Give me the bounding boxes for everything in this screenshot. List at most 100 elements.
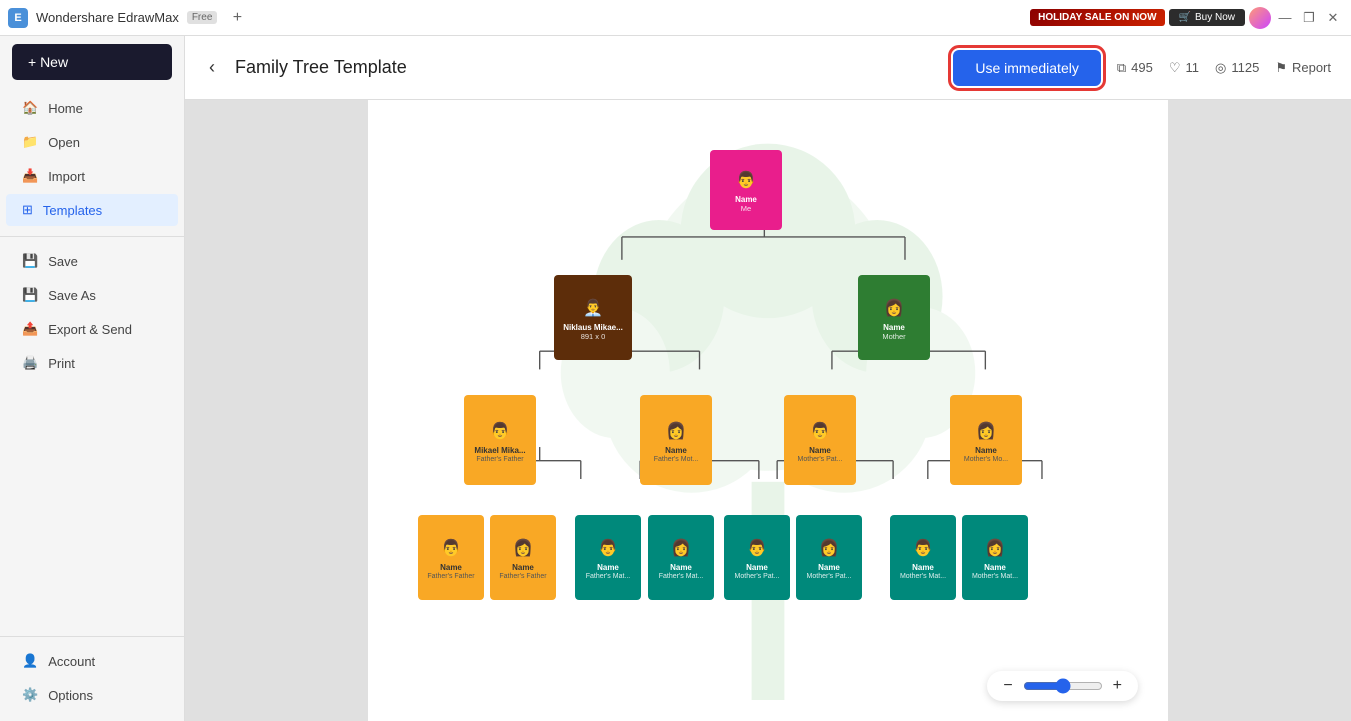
sidebar-divider [0, 236, 184, 237]
holiday-sale-button[interactable]: HOLIDAY SALE ON NOW [1030, 9, 1164, 26]
new-button[interactable]: + New [12, 44, 172, 80]
zoom-out-button[interactable]: − [1003, 677, 1012, 695]
content-area: ‹ Family Tree Template Use immediately ⧉… [185, 36, 1351, 721]
ff-name: Mikael Mika... [474, 447, 525, 456]
avatar[interactable] [1249, 7, 1271, 29]
sidebar-item-label: Account [48, 654, 95, 669]
print-icon: 🖨️ [22, 355, 38, 371]
use-immediately-button[interactable]: Use immediately [953, 50, 1100, 86]
sidebar: + New 🏠 Home 📁 Open 📥 Import ⊞ Templates… [0, 36, 185, 721]
sidebar-item-save-as[interactable]: 💾 Save As [6, 279, 178, 311]
mmm2-avatar: 👩 [981, 534, 1009, 562]
me-label: Me [741, 205, 751, 213]
sidebar-item-templates[interactable]: ⊞ Templates [6, 194, 178, 226]
app-name: Wondershare EdrawMax [36, 10, 179, 25]
minimize-button[interactable]: — [1275, 8, 1295, 28]
mff1-name: Name [746, 564, 768, 573]
ffm-label: Father's Father [499, 573, 546, 581]
sidebar-item-export[interactable]: 📤 Export & Send [6, 313, 178, 345]
node-me: 👨 Name Me [710, 150, 782, 230]
copies-stat: ⧉ 495 [1117, 60, 1153, 76]
fmm1-name: Name [597, 564, 619, 573]
fff-avatar: 👨 [437, 534, 465, 562]
sidebar-item-account[interactable]: 👤 Account [6, 645, 178, 677]
sidebar-item-options[interactable]: ⚙️ Options [6, 679, 178, 711]
canvas-area: 👨 Name Me 👨‍💼 Niklaus Mikae... 891 x 0 👩… [185, 100, 1351, 721]
node-fmm1: 👨 Name Father's Mat... [575, 515, 641, 600]
sidebar-item-label: Save As [48, 288, 96, 303]
fff-name: Name [440, 564, 462, 573]
sidebar-item-home[interactable]: 🏠 Home [6, 92, 178, 124]
header-actions: Use immediately ⧉ 495 ♡ 11 ◎ 1125 ⚑ Repo… [953, 50, 1331, 86]
copies-count: 495 [1131, 60, 1153, 75]
new-tab-button[interactable]: + [225, 6, 249, 30]
views-stat: ◎ 1125 [1215, 60, 1259, 76]
fm-avatar: 👩 [662, 417, 690, 445]
flag-icon: ⚑ [1275, 60, 1287, 76]
zoom-in-button[interactable]: + [1113, 677, 1122, 695]
fmm2-name: Name [670, 564, 692, 573]
sidebar-item-label: Export & Send [48, 322, 132, 337]
father-avatar: 👨‍💼 [579, 294, 607, 322]
sidebar-item-label: Home [48, 101, 83, 116]
mmm2-label: Mother's Mat... [972, 573, 1018, 581]
title-bar-right: HOLIDAY SALE ON NOW 🛒 Buy Now — ❐ ✕ [1030, 7, 1343, 29]
maximize-button[interactable]: ❐ [1299, 8, 1319, 28]
mmm1-name: Name [912, 564, 934, 573]
main-layout: + New 🏠 Home 📁 Open 📥 Import ⊞ Templates… [0, 36, 1351, 721]
sidebar-item-label: Options [48, 688, 93, 703]
sidebar-item-open[interactable]: 📁 Open [6, 126, 178, 158]
fm-name: Name [665, 447, 687, 456]
sidebar-item-label: Import [48, 169, 85, 184]
sidebar-item-import[interactable]: 📥 Import [6, 160, 178, 192]
sidebar-item-save[interactable]: 💾 Save [6, 245, 178, 277]
mmm1-avatar: 👨 [909, 534, 937, 562]
save-as-icon: 💾 [22, 287, 38, 303]
home-icon: 🏠 [22, 100, 38, 116]
app-logo: E [8, 8, 28, 28]
sidebar-item-print[interactable]: 🖨️ Print [6, 347, 178, 379]
ffm-name: Name [512, 564, 534, 573]
node-mmm1: 👨 Name Mother's Mat... [890, 515, 956, 600]
likes-count: 11 [1186, 60, 1200, 75]
mother-avatar: 👩 [880, 294, 908, 322]
canvas-inner: 👨 Name Me 👨‍💼 Niklaus Mikae... 891 x 0 👩… [368, 100, 1168, 721]
zoom-bar: − + [987, 671, 1138, 701]
zoom-slider[interactable] [1023, 678, 1103, 694]
ff-label: Father's Father [476, 456, 523, 464]
eye-icon: ◎ [1215, 60, 1226, 76]
node-father: 👨‍💼 Niklaus Mikae... 891 x 0 [554, 275, 632, 360]
ffm-avatar: 👩 [509, 534, 537, 562]
report-stat[interactable]: ⚑ Report [1275, 60, 1331, 76]
title-bar-left: E Wondershare EdrawMax Free + [8, 6, 249, 30]
sidebar-item-label: Print [48, 356, 75, 371]
sidebar-bottom: 👤 Account ⚙️ Options [0, 628, 184, 713]
mmm1-label: Mother's Mat... [900, 573, 946, 581]
back-button[interactable]: ‹ [205, 53, 219, 82]
node-mff1: 👨 Name Mother's Pat... [724, 515, 790, 600]
node-ffm: 👩 Name Father's Father [490, 515, 556, 600]
mmm2-name: Name [984, 564, 1006, 573]
report-label: Report [1292, 60, 1331, 75]
mm-name: Name [975, 447, 997, 456]
mf-avatar: 👨 [806, 417, 834, 445]
mf-name: Name [809, 447, 831, 456]
mm-avatar: 👩 [972, 417, 1000, 445]
buy-now-button[interactable]: 🛒 Buy Now [1169, 9, 1245, 26]
mff1-label: Mother's Pat... [735, 573, 780, 581]
close-button[interactable]: ✕ [1323, 8, 1343, 28]
node-mm: 👩 Name Mother's Mo... [950, 395, 1022, 485]
ff-avatar: 👨 [486, 417, 514, 445]
heart-icon: ♡ [1169, 60, 1181, 76]
node-mother: 👩 Name Mother [858, 275, 930, 360]
templates-icon: ⊞ [22, 202, 33, 218]
fmm1-avatar: 👨 [594, 534, 622, 562]
free-badge: Free [187, 11, 218, 24]
open-icon: 📁 [22, 134, 38, 150]
account-icon: 👤 [22, 653, 38, 669]
fmm2-avatar: 👩 [667, 534, 695, 562]
sidebar-item-label: Templates [43, 203, 102, 218]
header-bar: ‹ Family Tree Template Use immediately ⧉… [185, 36, 1351, 100]
fmm2-label: Father's Mat... [659, 573, 704, 581]
fm-label: Father's Mot... [654, 456, 699, 464]
